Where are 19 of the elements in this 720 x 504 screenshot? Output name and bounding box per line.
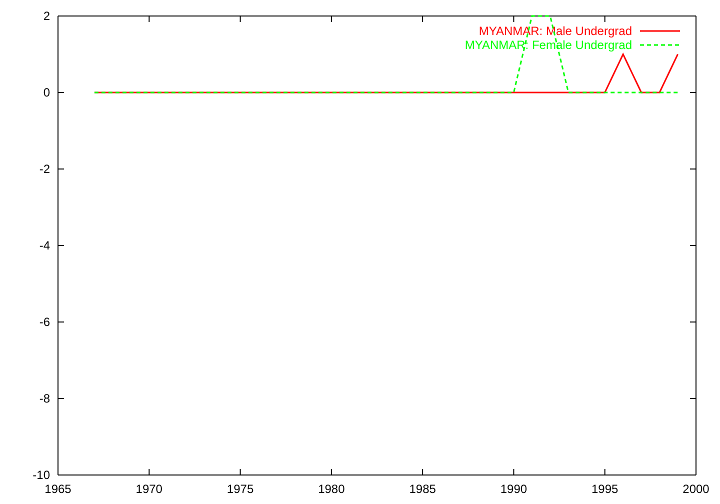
y-tick-label: 0 xyxy=(43,86,50,100)
y-tick-label: -8 xyxy=(39,392,50,406)
legend-label: MYANMAR: Male Undergrad xyxy=(478,24,632,38)
x-tick-label: 1975 xyxy=(226,482,254,496)
x-tick-label: 1980 xyxy=(318,482,345,496)
y-tick-label: -10 xyxy=(32,468,50,482)
legend-line-sample xyxy=(640,44,680,46)
y-tick-label: -2 xyxy=(39,162,50,176)
y-tick-label: 2 xyxy=(43,9,50,23)
x-tick-label: 1995 xyxy=(592,482,618,496)
x-tick-label: 1970 xyxy=(136,482,162,496)
x-tick-label: 1990 xyxy=(500,482,528,496)
legend-line-sample xyxy=(640,30,680,32)
y-tick-label: -4 xyxy=(39,238,50,252)
y-tick-label: -6 xyxy=(39,315,50,329)
x-tick-label: 2000 xyxy=(682,482,710,496)
legend-label: MYANMAR: Female Undergrad xyxy=(464,38,632,52)
x-tick-label: 1985 xyxy=(409,482,436,496)
x-tick-label: 1965 xyxy=(44,482,72,496)
